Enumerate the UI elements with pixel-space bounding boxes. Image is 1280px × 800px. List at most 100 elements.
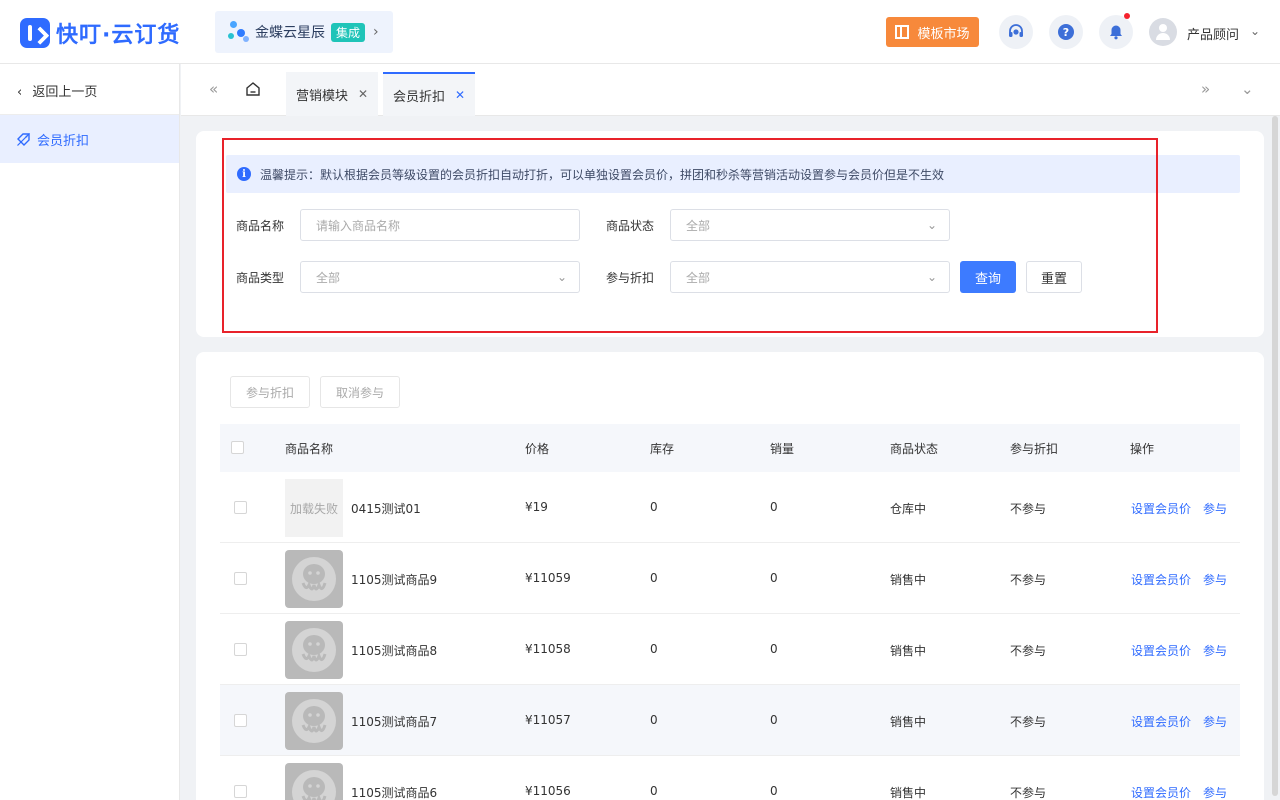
product-type-value: 全部 (316, 270, 341, 285)
set-member-price-link[interactable]: 设置会员价 (1131, 713, 1191, 730)
product-status: 销售中 (890, 644, 927, 658)
join-link[interactable]: 参与 (1203, 713, 1227, 730)
headset-icon (1009, 24, 1023, 37)
th-sales: 销量 (770, 442, 795, 456)
product-stock: 0 (650, 784, 658, 798)
tabs-scroll-left-icon[interactable]: « (209, 80, 218, 98)
product-image (285, 692, 343, 750)
tab-label: 营销模块 (296, 88, 349, 104)
product-price: ¥11057 (525, 713, 571, 727)
template-market-button[interactable]: 模板市场 (886, 17, 979, 47)
table-row: 1105测试商品8 ¥11058 0 0 销售中 不参与 设置会员价 参与 (220, 614, 1240, 685)
main-scrollbar[interactable] (1272, 116, 1278, 800)
join-link[interactable]: 参与 (1203, 784, 1227, 800)
select-all-checkbox[interactable] (231, 441, 244, 454)
user-name[interactable]: 产品顾问 (1187, 24, 1239, 43)
product-type-select[interactable]: 全部 ⌄ (300, 261, 580, 293)
tab-member-discount[interactable]: 会员折扣 ✕ (383, 72, 476, 116)
template-icon (895, 25, 910, 39)
placeholder-octopus-icon (292, 557, 336, 601)
product-image-failed: 加载失败 (285, 479, 343, 537)
product-sales: 0 (770, 642, 778, 656)
sidebar: ‹ 返回上一页 会员折扣 (0, 64, 180, 800)
product-stock: 0 (650, 713, 658, 727)
notification-button[interactable] (1099, 13, 1133, 49)
integration-tag: 集成 (331, 22, 366, 42)
th-stock: 库存 (650, 442, 675, 456)
chevron-down-icon[interactable]: ⌄ (1250, 24, 1260, 38)
product-status-label: 商品状态 (606, 219, 655, 233)
discount-value: 全部 (686, 270, 711, 285)
query-button[interactable]: 查询 (960, 261, 1016, 293)
product-name: 1105测试商品9 (351, 573, 438, 587)
customer-service-button[interactable] (999, 15, 1033, 49)
product-discount: 不参与 (1010, 715, 1047, 729)
product-status-select[interactable]: 全部 ⌄ (670, 209, 950, 241)
join-link[interactable]: 参与 (1203, 642, 1227, 659)
tabs-scroll-right-icon[interactable]: » (1201, 80, 1210, 98)
product-discount: 不参与 (1010, 573, 1047, 587)
question-icon: ? (1058, 24, 1074, 40)
join-link[interactable]: 参与 (1203, 500, 1227, 517)
product-sales: 0 (770, 500, 778, 514)
row-checkbox[interactable] (234, 714, 247, 727)
sidebar-item-member-discount[interactable]: 会员折扣 (0, 115, 179, 163)
set-member-price-link[interactable]: 设置会员价 (1131, 571, 1191, 588)
chevron-right-icon: › (373, 24, 379, 40)
tabs-bar: « 营销模块 ✕ 会员折扣 ✕ » ⌄ (181, 64, 1280, 116)
product-status: 销售中 (890, 715, 927, 729)
discount-select[interactable]: 全部 ⌄ (670, 261, 950, 293)
discount-label: 参与折扣 (606, 271, 655, 285)
join-link[interactable]: 参与 (1203, 571, 1227, 588)
reset-button[interactable]: 重置 (1026, 261, 1082, 293)
sidebar-item-label: 会员折扣 (37, 133, 90, 149)
th-actions: 操作 (1130, 442, 1155, 456)
product-price: ¥11059 (525, 571, 571, 585)
row-checkbox[interactable] (234, 643, 247, 656)
bell-icon (1110, 25, 1122, 40)
discount-tag-icon (17, 132, 30, 146)
th-status: 商品状态 (890, 442, 939, 456)
tab-label: 会员折扣 (393, 89, 446, 105)
app-logo[interactable]: 快叮·云订货 (20, 17, 180, 49)
set-member-price-link[interactable]: 设置会员价 (1131, 642, 1191, 659)
product-image (285, 550, 343, 608)
product-name: 1105测试商品6 (351, 786, 438, 800)
set-member-price-link[interactable]: 设置会员价 (1131, 500, 1191, 517)
table-row: 1105测试商品7 ¥11057 0 0 销售中 不参与 设置会员价 参与 (220, 685, 1240, 756)
product-name-input[interactable]: 请输入商品名称 (300, 209, 580, 241)
product-name: 1105测试商品8 (351, 644, 438, 658)
row-checkbox[interactable] (234, 501, 247, 514)
chevron-down-icon: ⌄ (926, 218, 937, 232)
product-image (285, 763, 343, 800)
chevron-down-icon: ⌄ (556, 270, 567, 284)
user-avatar[interactable] (1149, 18, 1177, 46)
template-market-label: 模板市场 (917, 26, 970, 42)
table-row: 1105测试商品9 ¥11059 0 0 销售中 不参与 设置会员价 参与 (220, 543, 1240, 614)
cancel-join-button[interactable]: 取消参与 (320, 376, 400, 408)
home-icon[interactable] (245, 81, 261, 97)
product-discount: 不参与 (1010, 644, 1047, 658)
set-member-price-link[interactable]: 设置会员价 (1131, 784, 1191, 800)
kingdee-integration-button[interactable]: 金蝶云星辰 集成 › (215, 11, 393, 53)
top-bar: 快叮·云订货 金蝶云星辰 集成 › 模板市场 ? 产品顾问 ⌄ (0, 0, 1280, 64)
row-checkbox[interactable] (234, 572, 247, 585)
product-name-placeholder: 请输入商品名称 (316, 218, 401, 233)
chevron-left-icon: ‹ (17, 85, 23, 100)
tip-text: 温馨提示：默认根据会员等级设置的会员折扣自动打折，可以单独设置会员价，拼团和秒杀… (260, 167, 945, 182)
help-button[interactable]: ? (1049, 15, 1083, 49)
product-stock: 0 (650, 500, 658, 514)
scrollbar-thumb[interactable] (1272, 116, 1278, 796)
placeholder-octopus-icon (292, 699, 336, 743)
product-sales: 0 (770, 571, 778, 585)
tab-marketing-module[interactable]: 营销模块 ✕ (286, 72, 379, 116)
row-checkbox[interactable] (234, 785, 247, 798)
join-discount-button[interactable]: 参与折扣 (230, 376, 310, 408)
back-link[interactable]: ‹ 返回上一页 (17, 81, 97, 100)
chevron-down-icon: ⌄ (926, 270, 937, 284)
product-status-value: 全部 (686, 218, 711, 233)
tabs-menu-chevron-icon[interactable]: ⌄ (1241, 80, 1254, 98)
tip-notice: i 温馨提示：默认根据会员等级设置的会员折扣自动打折，可以单独设置会员价，拼团和… (226, 155, 1240, 193)
close-icon[interactable]: ✕ (358, 87, 368, 101)
close-icon[interactable]: ✕ (455, 88, 465, 102)
